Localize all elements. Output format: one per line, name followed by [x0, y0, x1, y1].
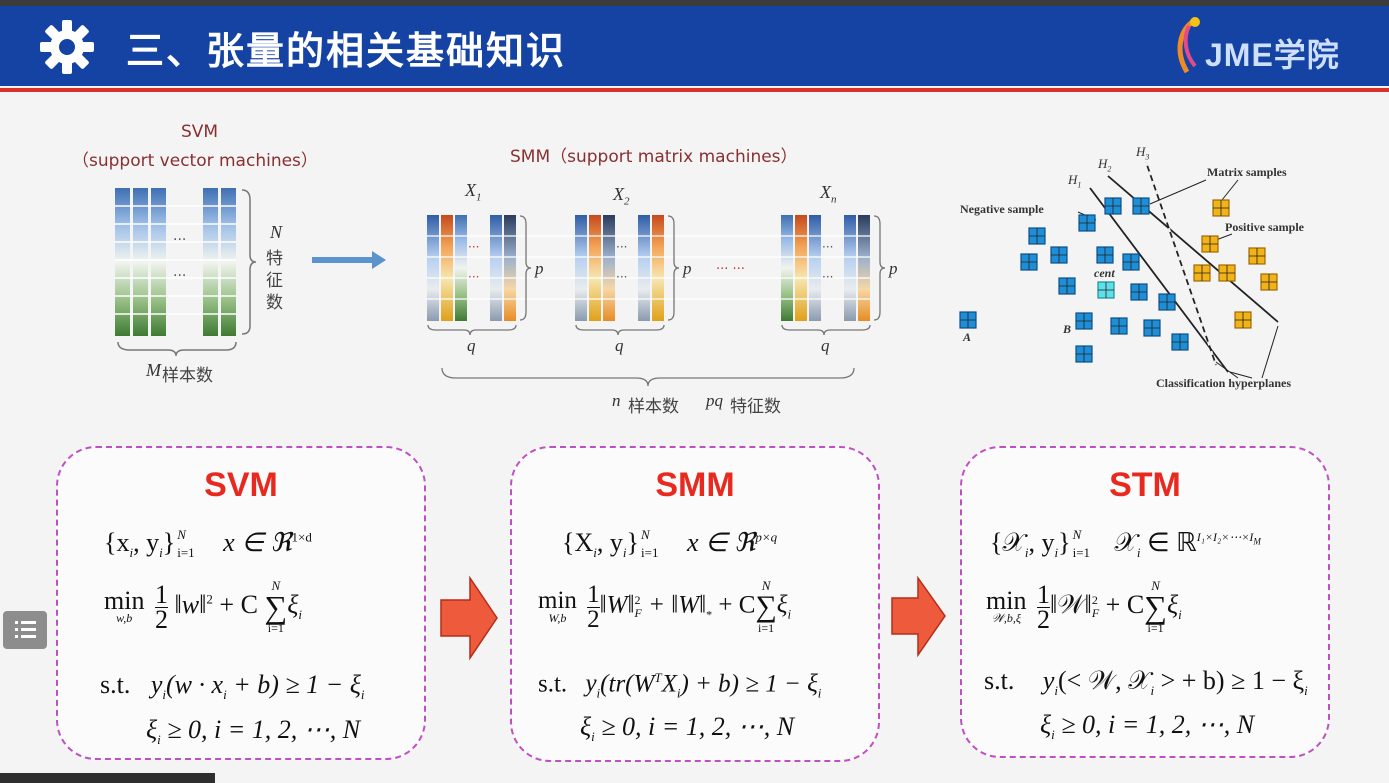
svm-side-cn-3: 数	[266, 293, 283, 313]
svm-formula-constraint: s.t. yi(w · xi + b) ≥ 1 − ξi	[100, 670, 365, 703]
svm-bottom-cn: 样本数	[162, 366, 213, 386]
smm-xn-label: Xn	[820, 182, 837, 206]
h1-label: H1	[1068, 172, 1082, 190]
h3-label: H3	[1136, 144, 1150, 162]
arrow-right-icon	[440, 575, 498, 661]
smm-x2-label: X2	[613, 184, 630, 208]
smm-bottom-n-cn: 样本数	[628, 397, 679, 417]
smm-bottom-n: n	[612, 391, 621, 410]
svm-dots-1: ···	[173, 232, 187, 248]
a-label: A	[963, 330, 972, 344]
smm-dots-2a: ···	[616, 240, 628, 254]
svm-to-smm-arrow	[312, 251, 386, 269]
smm-p-label-1: p	[535, 259, 544, 278]
stm-formula-objective: min 𝒲,b,ξ 1 2 ‖𝒲‖ 2 F + C N ∑ i=1 ξi	[986, 578, 1182, 635]
stm-box-title: STM	[1109, 466, 1181, 504]
smm-matrix-1	[427, 215, 516, 321]
smm-p-label-n: p	[889, 259, 898, 278]
svm-formula-set: {xi, yi} Ni=1 x ∈ ℜ1×d	[104, 527, 312, 561]
smm-box-title: SMM	[655, 466, 735, 504]
smm-q-label-2: q	[615, 336, 624, 355]
smm-dots-between: ··· ···	[716, 262, 745, 277]
positive-sample-label: Positive sample	[1225, 220, 1304, 234]
h2-label: H2	[1098, 156, 1112, 174]
smm-diagram-title: SMM（support matrix machines）	[510, 147, 798, 167]
menu-icon	[15, 621, 36, 638]
smm-bottom-pq-cn: 特征数	[730, 397, 781, 417]
smm-dots-nb: ···	[822, 270, 834, 284]
smm-dots-1a: ···	[468, 240, 480, 254]
stm-formula-nonneg: ξi ≥ 0, i = 1, 2, ⋯, N	[1040, 710, 1255, 743]
smm-bottom-pq: pq	[706, 391, 723, 410]
smm-dots-1b: ···	[468, 270, 480, 284]
slide: 三、张量的相关基础知识 JME学院 SVM （support vector ma…	[0, 0, 1389, 783]
smm-q-label-1: q	[467, 336, 476, 355]
menu-button[interactable]	[3, 611, 47, 649]
smm-dots-2b: ···	[616, 270, 628, 284]
svm-formula-objective: min w,b 12 ‖w‖2 + C N ∑ i=1 ξi	[104, 578, 302, 635]
cent-label: cent	[1094, 266, 1115, 280]
classification-hyperplanes-label: Classification hyperplanes	[1156, 376, 1292, 390]
svm-dots-2: ···	[173, 268, 187, 284]
svm-n-label: N	[270, 222, 283, 242]
arrow-right-icon	[891, 575, 946, 658]
smm-q-label-n: q	[821, 336, 830, 355]
svm-formula-nonneg: ξi ≥ 0, i = 1, 2, ⋯, N	[146, 715, 361, 748]
smm-formula-nonneg: ξi ≥ 0, i = 1, 2, ⋯, N	[580, 712, 795, 745]
smm-formula-objective: min W,b 1 2 ‖W‖ 2 F + ‖W‖* + C N ∑ i=1 ξi	[538, 578, 792, 635]
b-label: B	[1063, 322, 1072, 336]
bottom-caption-bar	[0, 773, 215, 783]
svm-m-label: M	[146, 360, 161, 380]
smm-formula-set: {Xi, yi} Ni=1 x ∈ ℜp×q	[562, 527, 778, 561]
negative-samples	[959, 197, 1189, 363]
smm-x1-label: X1	[465, 180, 482, 204]
svm-box-title: SVM	[204, 466, 278, 504]
stm-formula-set: {𝒳i, yi} Ni=1 𝒳i ∈ ℝI₁×I₂×⋯×IM	[990, 527, 1261, 561]
smm-dots-na: ···	[822, 240, 834, 254]
stm-formula-constraint: s.t. yi(< 𝒲, 𝒳i > + b) ≥ 1 − ξi	[984, 666, 1308, 699]
smm-p-label-2: p	[683, 259, 692, 278]
matrix-samples-label: Matrix samples	[1207, 165, 1287, 179]
negative-sample-label: Negative sample	[960, 202, 1044, 216]
smm-matrix-n	[781, 215, 870, 321]
smm-matrix-2	[575, 215, 664, 321]
smm-formula-constraint: s.t. yi(tr(WTXi) + b) ≥ 1 − ξi	[538, 670, 822, 701]
